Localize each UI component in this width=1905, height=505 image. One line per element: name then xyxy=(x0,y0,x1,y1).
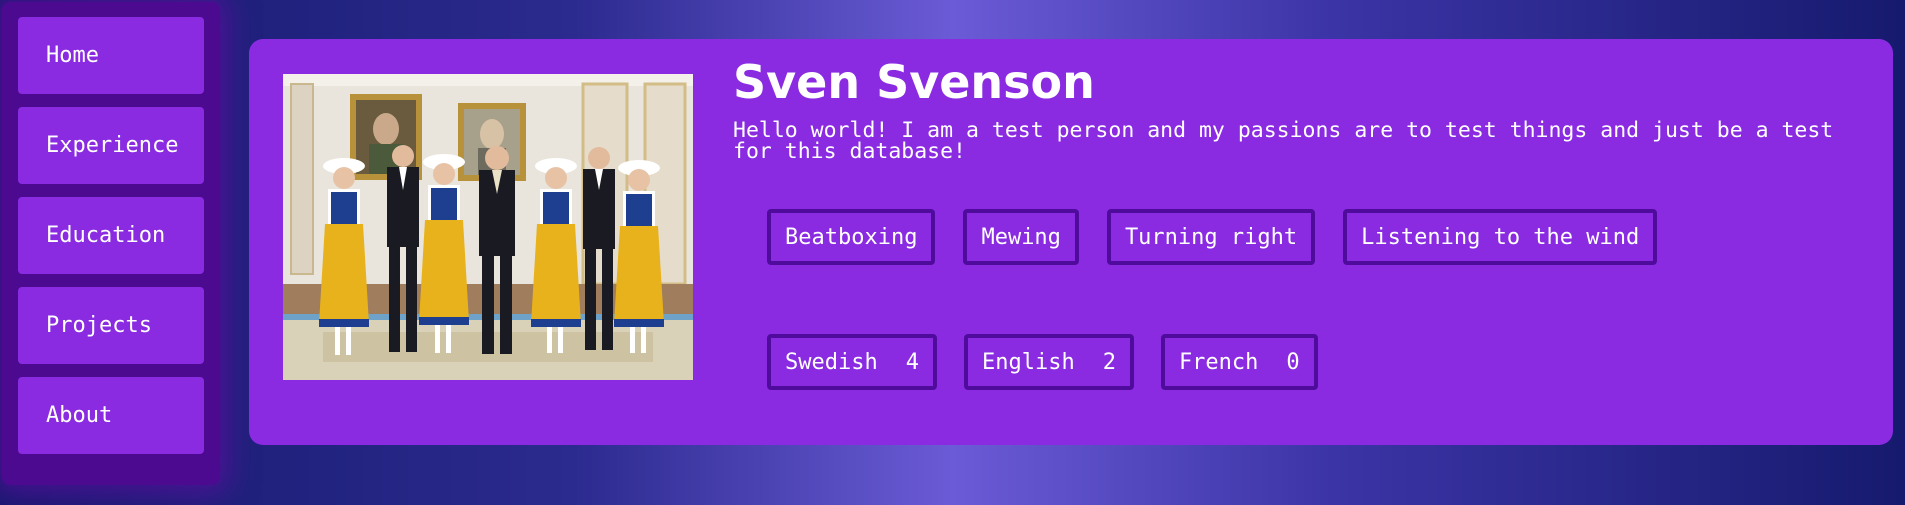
profile-card: Sven Svenson Hello world! I am a test pe… xyxy=(249,39,1893,445)
interest-tags: Beatboxing Mewing Turning right Listenin… xyxy=(767,209,1685,265)
nav-item-experience[interactable]: Experience xyxy=(18,107,204,184)
language-level: 0 xyxy=(1286,349,1300,375)
language-tags: Swedish 4 English 2 French 0 xyxy=(767,334,1345,390)
language-name: Swedish xyxy=(785,349,878,375)
language-name: French xyxy=(1178,349,1259,375)
nav-item-projects[interactable]: Projects xyxy=(18,287,204,364)
profile-name: Sven Svenson xyxy=(733,55,1095,109)
nav-item-education[interactable]: Education xyxy=(18,197,204,274)
language-level: 4 xyxy=(905,349,919,375)
language-tag: English 2 xyxy=(963,334,1134,390)
nav-item-about[interactable]: About xyxy=(18,377,204,454)
profile-photo xyxy=(283,74,693,380)
interest-tag: Turning right xyxy=(1106,209,1316,265)
profile-bio: Hello world! I am a test person and my p… xyxy=(733,118,1834,164)
sidebar: Home Experience Education Projects About xyxy=(2,2,220,485)
nav-item-home[interactable]: Home xyxy=(18,17,204,94)
language-tag: Swedish 4 xyxy=(767,334,937,390)
language-tag: French 0 xyxy=(1160,334,1318,390)
interest-tag: Mewing xyxy=(963,209,1079,265)
language-level: 2 xyxy=(1102,349,1116,375)
interest-tag: Listening to the wind xyxy=(1343,209,1658,265)
language-name: English xyxy=(981,349,1075,375)
interest-tag: Beatboxing xyxy=(767,209,936,265)
